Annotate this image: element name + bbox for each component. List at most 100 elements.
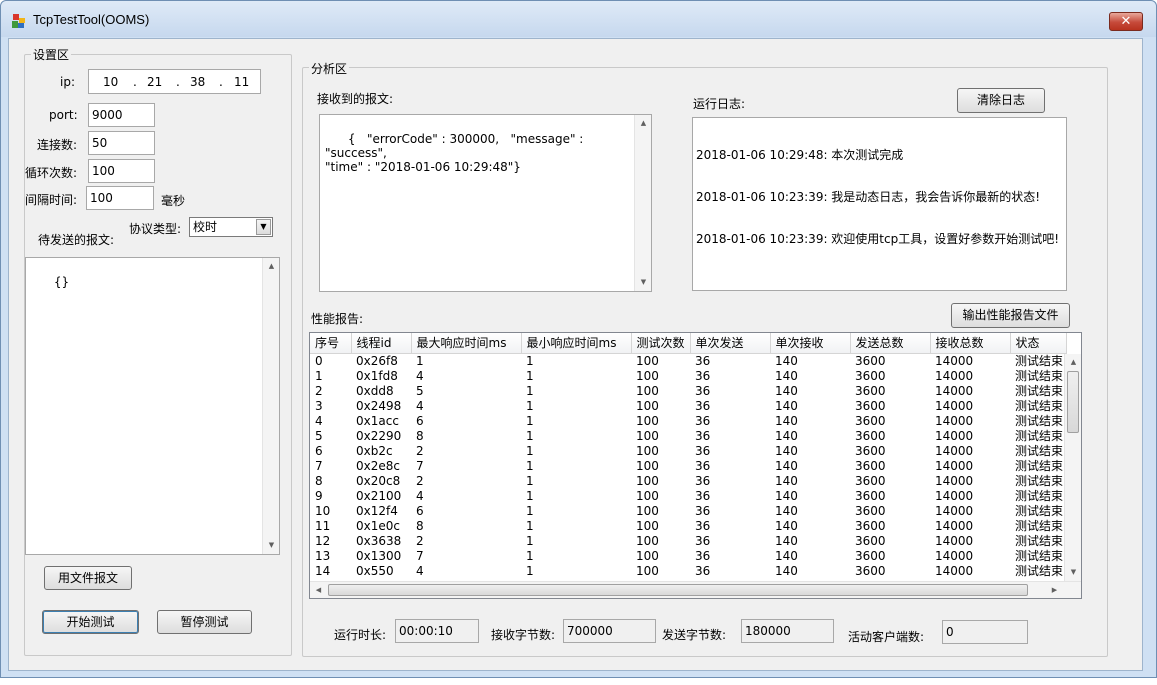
table-cell: 36 <box>695 563 711 578</box>
connections-label: 连接数: <box>37 138 78 152</box>
table-cell: 3600 <box>855 368 886 383</box>
table-cell: 0x1e0c <box>356 518 400 533</box>
column-header[interactable]: 单次发送 <box>690 333 771 354</box>
table-row[interactable]: 0 0x26f8 1 1 100 36 140 3600 14000 测试结束 <box>310 353 1066 369</box>
use-file-message-button[interactable]: 用文件报文 <box>44 566 132 590</box>
start-test-button[interactable]: 开始测试 <box>42 610 139 634</box>
table-row[interactable]: 12 0x3638 2 1 100 36 140 3600 14000 测试结束 <box>310 534 1066 549</box>
column-header[interactable]: 最小响应时间ms <box>521 333 632 354</box>
column-header[interactable]: 单次接收 <box>770 333 851 354</box>
table-cell: 3600 <box>855 473 886 488</box>
table-cell: 1 <box>526 548 534 563</box>
table-cell: 140 <box>775 443 798 458</box>
table-row[interactable]: 1 0x1fd8 4 1 100 36 140 3600 14000 测试结束 <box>310 369 1066 384</box>
table-cell: 8 <box>416 428 424 443</box>
table-vertical-scrollbar[interactable]: ▲ ▼ <box>1064 354 1081 581</box>
scroll-down-arrow-icon[interactable]: ▼ <box>635 274 651 291</box>
table-row[interactable]: 13 0x1300 7 1 100 36 140 3600 14000 测试结束 <box>310 549 1066 564</box>
scroll-up-arrow-icon[interactable]: ▲ <box>1065 354 1081 371</box>
table-cell: 10 <box>315 503 331 518</box>
scroll-right-arrow-icon[interactable]: ▶ <box>1046 582 1063 598</box>
table-row[interactable]: 4 0x1acc 6 1 100 36 140 3600 14000 测试结束 <box>310 414 1066 429</box>
table-row[interactable]: 5 0x2290 8 1 100 36 140 3600 14000 测试结束 <box>310 429 1066 444</box>
scroll-down-arrow-icon[interactable]: ▼ <box>1065 564 1081 581</box>
table-cell: 0x2498 <box>356 398 402 413</box>
table-horizontal-scrollbar[interactable]: ◀ ▶ <box>310 581 1081 598</box>
table-cell: 140 <box>775 503 798 518</box>
received-message-scrollbar[interactable]: ▲ ▼ <box>634 115 651 291</box>
table-cell: 6 <box>416 413 424 428</box>
interval-field[interactable]: 100 <box>86 186 154 210</box>
ip-octet-4: 11 <box>234 75 250 89</box>
table-vertical-scroll-thumb[interactable] <box>1067 371 1079 433</box>
dropdown-arrow-icon[interactable]: ▼ <box>256 219 271 235</box>
table-cell: 1 <box>315 368 323 383</box>
table-row[interactable]: 6 0xb2c 2 1 100 36 140 3600 14000 测试结束 <box>310 444 1066 459</box>
table-row[interactable]: 8 0x20c8 2 1 100 36 140 3600 14000 测试结束 <box>310 474 1066 489</box>
report-table: 序号 线程id 最大响应时间ms 最小响应时间ms 测试次数 单次发送 单次接收… <box>310 333 1067 579</box>
close-button[interactable]: ✕ <box>1109 12 1143 31</box>
table-row[interactable]: 7 0x2e8c 7 1 100 36 140 3600 14000 测试结束 <box>310 459 1066 474</box>
table-cell: 6 <box>416 503 424 518</box>
column-header[interactable]: 状态 <box>1010 333 1067 354</box>
active-clients-label: 活动客户端数: <box>848 630 925 644</box>
table-body: 0 0x26f8 1 1 100 36 140 3600 14000 测试结束 1 0x1fd8 4 1 1… <box>310 353 1066 579</box>
table-row[interactable]: 9 0x2100 4 1 100 36 140 3600 14000 测试结束 <box>310 489 1066 504</box>
table-cell: 测试结束 <box>1015 533 1064 548</box>
table-row[interactable]: 11 0x1e0c 8 1 100 36 140 3600 14000 测试结束 <box>310 519 1066 534</box>
column-header[interactable]: 线程id <box>351 333 412 354</box>
table-cell: 1 <box>526 458 534 473</box>
clear-log-button[interactable]: 清除日志 <box>957 88 1045 113</box>
table-cell: 36 <box>695 428 711 443</box>
scroll-up-arrow-icon[interactable]: ▲ <box>635 115 651 132</box>
pending-message-scrollbar[interactable]: ▲ ▼ <box>262 258 279 554</box>
protocol-select[interactable]: 校时 ▼ <box>189 217 273 237</box>
column-header[interactable]: 接收总数 <box>930 333 1011 354</box>
log-line: 2018-01-06 10:29:48: 本次测试完成 <box>696 148 904 162</box>
table-cell: 14000 <box>935 383 974 398</box>
runtime-value: 00:00:10 <box>395 619 479 643</box>
interval-label: 间隔时间: <box>25 193 78 207</box>
column-header[interactable]: 发送总数 <box>850 333 931 354</box>
table-cell: 1 <box>526 488 534 503</box>
table-horizontal-scroll-thumb[interactable] <box>328 584 1028 596</box>
pause-test-button[interactable]: 暂停测试 <box>157 610 252 634</box>
scroll-down-arrow-icon[interactable]: ▼ <box>263 537 279 554</box>
table-row[interactable]: 2 0xdd8 5 1 100 36 140 3600 14000 测试结束 <box>310 384 1066 399</box>
table-cell: 1 <box>526 398 534 413</box>
column-header[interactable]: 最大响应时间ms <box>411 333 522 354</box>
ip-address-field[interactable]: 10 . 21 . 38 . 11 <box>88 69 261 94</box>
scroll-up-arrow-icon[interactable]: ▲ <box>263 258 279 275</box>
table-cell: 140 <box>775 383 798 398</box>
table-cell: 140 <box>775 548 798 563</box>
table-cell: 3600 <box>855 398 886 413</box>
table-cell: 14000 <box>935 398 974 413</box>
pending-message-textarea[interactable]: {} ▲ ▼ <box>25 257 280 555</box>
run-log-textarea[interactable]: 2018-01-06 10:29:48: 本次测试完成 2018-01-06 1… <box>692 117 1067 291</box>
port-field[interactable]: 9000 <box>88 103 155 127</box>
table-cell: 100 <box>636 548 659 563</box>
scroll-left-arrow-icon[interactable]: ◀ <box>310 582 327 598</box>
table-cell: 100 <box>636 398 659 413</box>
table-cell: 3600 <box>855 353 886 368</box>
title-bar[interactable]: TcpTestTool(OOMS) ✕ <box>1 1 1156 37</box>
table-row[interactable]: 3 0x2498 4 1 100 36 140 3600 14000 测试结束 <box>310 399 1066 414</box>
table-cell: 1 <box>416 353 424 368</box>
table-cell: 3600 <box>855 443 886 458</box>
loops-field[interactable]: 100 <box>88 159 155 183</box>
table-cell: 100 <box>636 353 659 368</box>
connections-field[interactable]: 50 <box>88 131 155 155</box>
log-line: 2018-01-06 10:23:39: 我是动态日志，我会告诉你最新的状态! <box>696 190 1041 204</box>
table-cell: 3600 <box>855 563 886 578</box>
received-message-textarea[interactable]: { "errorCode" : 300000, "message" : "suc… <box>319 114 652 292</box>
column-header[interactable]: 测试次数 <box>631 333 691 354</box>
performance-report-table[interactable]: 序号 线程id 最大响应时间ms 最小响应时间ms 测试次数 单次发送 单次接收… <box>309 332 1082 599</box>
table-row[interactable]: 14 0x550 4 1 100 36 140 3600 14000 测试结束 <box>310 564 1066 579</box>
export-report-button[interactable]: 输出性能报告文件 <box>951 303 1070 328</box>
app-blocks-icon <box>12 14 25 28</box>
table-row[interactable]: 10 0x12f4 6 1 100 36 140 3600 14000 测试结束 <box>310 504 1066 519</box>
table-cell: 14000 <box>935 353 974 368</box>
table-cell: 0xb2c <box>356 443 393 458</box>
table-cell: 100 <box>636 443 659 458</box>
column-header[interactable]: 序号 <box>310 333 352 354</box>
